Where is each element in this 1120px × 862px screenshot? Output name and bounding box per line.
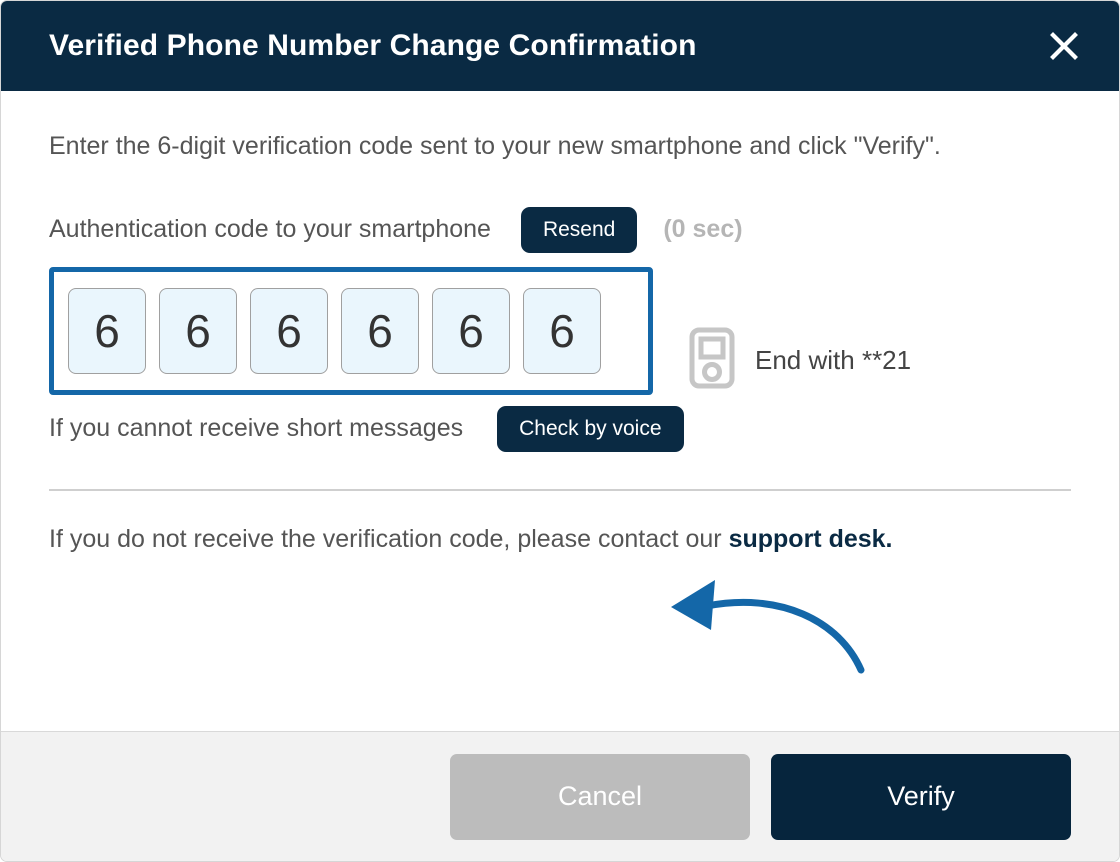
- code-input-group[interactable]: 6 6 6 6 6 6: [49, 266, 653, 395]
- code-digit-input-2[interactable]: 6: [159, 287, 237, 374]
- device-masked-number: End with **21: [755, 344, 912, 375]
- dialog-footer: Cancel Verify: [1, 731, 1119, 861]
- auth-code-row: Authentication code to your smartphone R…: [49, 206, 1071, 253]
- resend-button[interactable]: Resend: [520, 206, 638, 253]
- code-digit-input-1[interactable]: 6: [68, 287, 146, 374]
- code-digit-input-6[interactable]: 6: [523, 287, 601, 374]
- verification-dialog: Verified Phone Number Change Confirmatio…: [0, 0, 1120, 862]
- support-note: If you do not receive the verification c…: [49, 521, 1069, 557]
- intro-instruction: Enter the 6-digit verification code sent…: [49, 132, 941, 160]
- voice-fallback-row: If you cannot receive short messages Che…: [49, 405, 1071, 452]
- code-digit-input-4[interactable]: 6: [341, 287, 419, 374]
- code-digit-input-3[interactable]: 6: [250, 287, 328, 374]
- device-info-row: End with **21: [689, 327, 911, 394]
- dialog-header: Verified Phone Number Change Confirmatio…: [1, 1, 1119, 91]
- close-button[interactable]: [1037, 19, 1091, 73]
- code-entry-area: 6 6 6 6 6 6 End with **21: [49, 266, 1071, 673]
- code-digit-input-5[interactable]: 6: [432, 287, 510, 374]
- page-title: Verified Phone Number Change Confirmatio…: [49, 29, 697, 62]
- close-icon: [1048, 30, 1080, 62]
- mobile-device-icon: [689, 327, 735, 394]
- section-divider: [49, 488, 1071, 491]
- dialog-body: Enter the 6-digit verification code sent…: [1, 91, 1119, 731]
- resend-timer: (0 sec): [663, 215, 743, 243]
- verify-button[interactable]: Verify: [771, 753, 1071, 840]
- auth-code-label: Authentication code to your smartphone: [49, 215, 491, 243]
- cancel-button[interactable]: Cancel: [450, 753, 750, 840]
- support-desk-link[interactable]: support desk.: [729, 525, 893, 553]
- voice-fallback-label: If you cannot receive short messages: [49, 414, 464, 442]
- check-by-voice-button[interactable]: Check by voice: [497, 405, 684, 452]
- annotation-arrow-icon: [649, 562, 909, 682]
- support-note-prefix: If you do not receive the verification c…: [49, 524, 729, 553]
